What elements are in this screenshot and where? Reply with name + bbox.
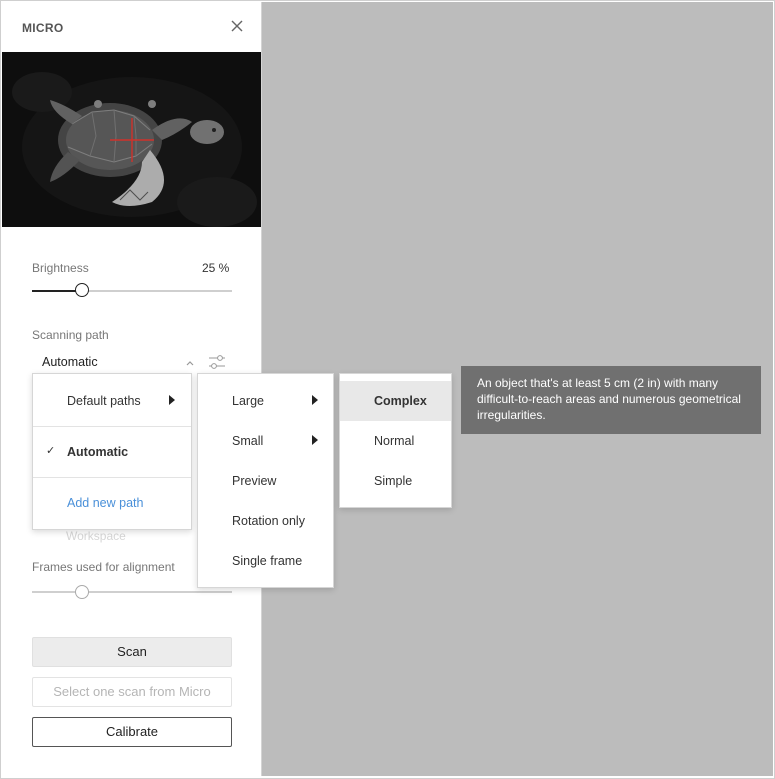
scanning-path-label: Scanning path (32, 328, 109, 342)
scanning-path-value: Automatic (42, 355, 98, 369)
menu-divider (33, 477, 191, 478)
brightness-value: 25 % (202, 261, 230, 275)
frames-slider-handle[interactable] (75, 585, 89, 599)
large-submenu: Complex Normal Simple (339, 373, 452, 508)
menu-item-label: Normal (374, 434, 415, 448)
turtle-image (2, 52, 261, 227)
menu-item-label: Complex (374, 394, 427, 408)
brightness-label: Brightness (32, 261, 89, 275)
menu-item-label: Large (232, 394, 264, 408)
menu-item-simple[interactable]: Simple (340, 461, 451, 501)
menu-item-complex[interactable]: Complex (340, 381, 451, 421)
menu-item-label: Single frame (232, 554, 303, 568)
menu-item-add-new-path[interactable]: Add new path (33, 483, 191, 523)
scanning-path-dropdown[interactable]: Automatic (42, 355, 192, 375)
menu-item-default-paths[interactable]: Default paths (33, 381, 191, 421)
panel-title: MICRO (22, 21, 64, 35)
submenu-arrow-icon (169, 395, 175, 405)
tooltip: An object that's at least 5 cm (2 in) wi… (461, 366, 761, 434)
calibrate-button[interactable]: Calibrate (32, 717, 232, 747)
add-new-path-link: Add new path (67, 496, 144, 510)
chevron-up-icon[interactable] (185, 359, 195, 367)
menu-item-large[interactable]: Large (198, 381, 333, 421)
camera-preview (2, 52, 261, 227)
menu-item-label: Automatic (67, 445, 129, 459)
menu-item-rotation-only[interactable]: Rotation only (198, 501, 333, 541)
path-settings-icon[interactable] (208, 354, 226, 370)
close-icon[interactable] (230, 19, 244, 33)
frames-label: Frames used for alignment (32, 560, 175, 574)
submenu-arrow-icon (312, 395, 318, 405)
menu-item-label: Rotation only (232, 514, 305, 528)
submenu-arrow-icon (312, 435, 318, 445)
menu-item-normal[interactable]: Normal (340, 421, 451, 461)
menu-item-label: Small (232, 434, 264, 448)
workspace-label: Workspace (66, 529, 126, 543)
select-scan-button[interactable]: Select one scan from Micro (32, 677, 232, 707)
menu-item-small[interactable]: Small (198, 421, 333, 461)
menu-item-label: Simple (374, 474, 413, 488)
menu-divider (33, 426, 191, 427)
default-paths-submenu: Large Small Preview Rotation only Single… (197, 373, 334, 588)
scan-button[interactable]: Scan (32, 637, 232, 667)
brightness-slider-handle[interactable] (75, 283, 89, 297)
scanning-path-menu: Default paths ✓ Automatic Add new path (32, 373, 192, 530)
menu-item-preview[interactable]: Preview (198, 461, 333, 501)
menu-item-label: Default paths (67, 394, 141, 408)
menu-item-automatic[interactable]: ✓ Automatic (33, 432, 191, 472)
checkmark-icon: ✓ (46, 445, 56, 457)
menu-item-single-frame[interactable]: Single frame (198, 541, 333, 581)
frames-track[interactable] (32, 591, 232, 593)
menu-item-label: Preview (232, 474, 277, 488)
tooltip-text: An object that's at least 5 cm (2 in) wi… (477, 376, 741, 422)
